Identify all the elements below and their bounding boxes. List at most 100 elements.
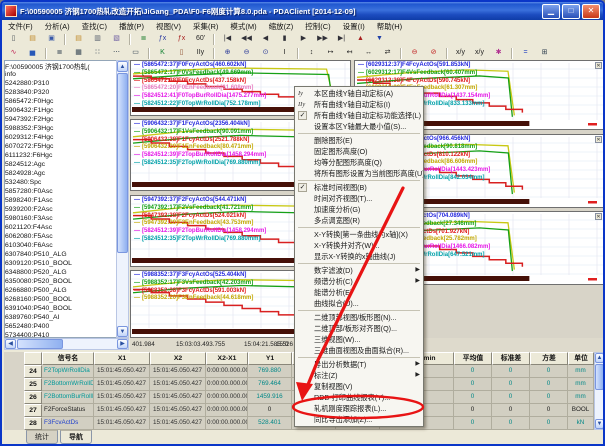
panel-close-icon[interactable]: ✕ [595, 62, 602, 69]
column-header-单位[interactable]: 单位 [568, 352, 594, 365]
context-menu-item-25[interactable]: 标注(Z)▶ [295, 370, 423, 381]
curve-view-icon[interactable]: ∿ [5, 46, 22, 60]
equals-compare-icon[interactable]: = [517, 46, 534, 60]
context-menu-item-22[interactable]: 三维视图(W)... [295, 334, 423, 345]
y-scale-all-icon[interactable]: IIy [192, 46, 209, 60]
menubar-item-10[interactable]: 设置(I) [337, 21, 371, 32]
zoom-in-icon[interactable]: ⊕ [219, 46, 236, 60]
panel-close-icon[interactable]: ✕ [595, 213, 602, 220]
tree-item-5242880:P310[interactable]: 5242880:P310 [5, 79, 128, 88]
tree-item-6391040:P540_BOOL[interactable]: 6391040:P540_BOOL [5, 304, 128, 313]
tree-item-6309120:P510_BOOL[interactable]: 6309120:P510_BOOL [5, 259, 128, 268]
tree-item-5939200:F2Asc[interactable]: 5939200:F2Asc [5, 205, 128, 214]
page-down-icon[interactable]: ▼ [371, 32, 388, 46]
xy-plot-2-icon[interactable]: x/y [471, 46, 488, 60]
context-menu-item-7[interactable]: 均等分配图形高度(Q) [295, 157, 423, 168]
tree-item-5857280:F0Asc[interactable]: 5857280:F0Asc [5, 187, 128, 196]
column-pause-icon[interactable]: ∷ [89, 46, 106, 60]
print-icon[interactable]: ▥ [89, 32, 106, 46]
play-icon[interactable]: ▶ [295, 32, 312, 46]
tree-item-5824928:Agc[interactable]: 5824928:Agc [5, 169, 128, 178]
fast-forward-icon[interactable]: ▶▶ [314, 32, 331, 46]
context-menu-item-4[interactable]: 设置本区Y轴最大最小值(S)... [295, 121, 423, 132]
context-menu-item-16[interactable]: 数字滤波(D)▶ [295, 265, 423, 276]
tree-item-5988352:F3Hgc[interactable]: 5988352:F3Hgc [5, 124, 128, 133]
tree-item-5947392:F2Hgc[interactable]: 5947392:F2Hgc [5, 115, 128, 124]
context-menu-item-10[interactable]: 时间对齐视图(T)... [295, 193, 423, 204]
bar-chart-icon[interactable]: ▅ [24, 46, 41, 60]
maximize-button-icon[interactable]: □ [562, 4, 580, 19]
context-menu-item-11[interactable]: 加速度分析(G) [295, 204, 423, 215]
tree-item-5283840:P320[interactable]: 5283840:P320 [5, 88, 128, 97]
minimize-button-icon[interactable]: ▁ [542, 4, 560, 19]
menubar-item-8[interactable]: 缩放(Z) [263, 21, 300, 32]
column-dots-icon[interactable]: ⋯ [108, 46, 125, 60]
context-menu-item-23[interactable]: 三维曲面视图及曲面拟合(R)... [295, 345, 423, 356]
save-icon[interactable]: ▣ [43, 32, 60, 46]
zoom-select-icon[interactable]: ⊙ [257, 46, 274, 60]
tab-statistics[interactable]: 统计 [26, 430, 58, 444]
context-menu-item-1[interactable]: 本区曲线Y轴自动定标(A)Iy [295, 88, 423, 99]
data-grid-icon[interactable]: ≣ [51, 46, 68, 60]
row-number-header[interactable] [24, 352, 42, 365]
tree-item-5906432:F1Hgc[interactable]: 5906432:F1Hgc [5, 106, 128, 115]
column-header-X2-X1[interactable]: X2-X1 [206, 352, 248, 365]
table-view-icon[interactable]: ▦ [70, 46, 87, 60]
stop-icon[interactable]: ▮ [276, 32, 293, 46]
context-menu-item-12[interactable]: 多点调宽图(R) [295, 215, 423, 226]
skip-to-end-icon[interactable]: ▶| [333, 32, 350, 46]
tree-item-5734400:P410[interactable]: 5734400:P410 [5, 331, 128, 338]
tree-item-6348800:P520_ALG[interactable]: 6348800:P520_ALG [5, 268, 128, 277]
table-vertical-scrollbar[interactable]: ▲ ▼ [594, 352, 605, 430]
tree-item-6103040:F6Asc[interactable]: 6103040:F6Asc [5, 241, 128, 250]
context-menu-item-19[interactable]: 曲线拟合(U)... [295, 298, 423, 309]
context-menu-item-6[interactable]: 固定图形高度(O) [295, 146, 423, 157]
title-bar[interactable]: F:\00590005 济钢1700热轧改造开拓\JiGang_PDA\F0-F… [2, 2, 603, 20]
context-menu-item-26[interactable]: 复制视图(V) [295, 381, 423, 392]
context-menu-item-28[interactable]: 轧机刚度跟踪报表(L)... [295, 403, 423, 414]
tree-item-532480:Spc[interactable]: 532480:Spc [5, 178, 128, 187]
menubar-item-9[interactable]: 控制(C) [299, 21, 336, 32]
open-file-icon[interactable]: ▤ [24, 32, 41, 46]
page-up-icon[interactable]: ▲ [352, 32, 369, 46]
tree-vertical-scrollbar[interactable]: ▲ ▼ [116, 60, 129, 338]
context-menu-item-18[interactable]: 能谱分析(E) [295, 287, 423, 298]
zoom-reset-icon[interactable]: ⊖ [406, 46, 423, 60]
context-menu-item-14[interactable]: X-Y转换并对齐(W)... [295, 240, 423, 251]
cursor-ibeam-icon[interactable]: I [276, 46, 293, 60]
context-menu-item-5[interactable]: 删除图形(E) [295, 135, 423, 146]
column-header-X1[interactable]: X1 [94, 352, 150, 365]
tree-item-6389760:P540_AI[interactable]: 6389760:P540_AI [5, 313, 128, 322]
column-header-X2[interactable]: X2 [150, 352, 206, 365]
column-header-平均值[interactable]: 平均值 [454, 352, 492, 365]
tree-item-5652480:P400[interactable]: 5652480:P400 [5, 322, 128, 331]
context-menu-item-20[interactable]: 二维顶部视图/板形图(N)... [295, 312, 423, 323]
context-menu-item-3[interactable]: 所有曲线Y轴自动定标功能选择(L)✓ [295, 110, 423, 121]
screen-view-icon[interactable]: ▭ [127, 46, 144, 60]
tree-item-6070272:F5Hgc[interactable]: 6070272:F5Hgc [5, 142, 128, 151]
shift-left-icon[interactable]: ↤ [341, 46, 358, 60]
column-header-方差[interactable]: 方差 [530, 352, 568, 365]
context-menu-item-21[interactable]: 二维顶部/板形对齐图(Q)... [295, 323, 423, 334]
tree-item-6029312:F4Hgc[interactable]: 6029312:F4Hgc [5, 133, 128, 142]
tree-root[interactable]: F:\00590005 济钢1700热轧( [5, 61, 128, 70]
scroll-up-icon[interactable]: ▲ [117, 61, 128, 72]
menubar-item-3[interactable]: 查找(C) [76, 21, 113, 32]
tree-hscroll-thumb[interactable] [17, 339, 63, 349]
context-menu-item-15[interactable]: 显示X-Y转换的x轴曲线(J) [295, 251, 423, 262]
signal-tree-icon[interactable]: ≣ [135, 32, 152, 46]
open-project-icon[interactable]: ▤ [70, 32, 87, 46]
tile-windows-icon[interactable]: ⊞ [536, 46, 553, 60]
context-menu-item-29[interactable]: 同比导出添加(Z)... [295, 414, 423, 425]
context-menu-item-9[interactable]: 标准时间视图(B)✓ [295, 182, 423, 193]
tree-item-5898240:F1Asc[interactable]: 5898240:F1Asc [5, 196, 128, 205]
column-header-Y1[interactable]: Y1 [248, 352, 292, 365]
tree-item-6268160:P500_BOOL[interactable]: 6268160:P500_BOOL [5, 295, 128, 304]
zoom-off-icon[interactable]: ⊘ [425, 46, 442, 60]
tab-navigation[interactable]: 导航 [60, 430, 92, 444]
shift-right-icon[interactable]: ↦ [322, 46, 339, 60]
tree-item-6021120:F4Asc[interactable]: 6021120:F4Asc [5, 223, 128, 232]
menubar-item-4[interactable]: 播放(P) [113, 21, 150, 32]
context-menu-item-17[interactable]: 频谱分析(C)▶ [295, 276, 423, 287]
scroll-left-icon[interactable]: ◀ [5, 339, 16, 349]
